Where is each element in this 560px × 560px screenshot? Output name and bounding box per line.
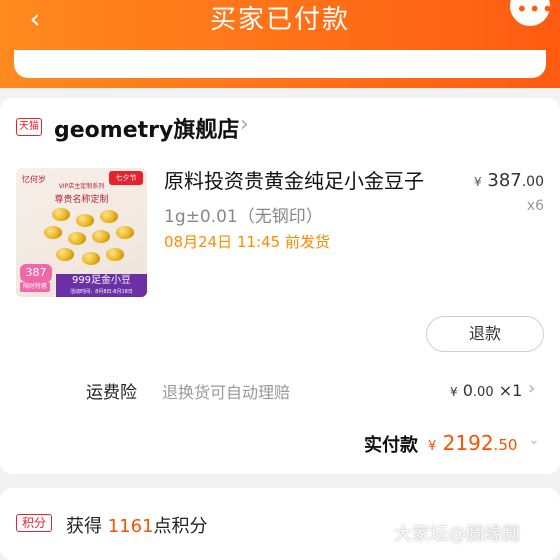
gold-bean-image [106, 248, 124, 261]
product-spec: 1g±0.01（无钢印） [164, 207, 323, 227]
paid-amount: ¥ 2192.50 [428, 431, 517, 455]
header-card-edge [14, 50, 546, 78]
product-price: ¥ 387.00 [474, 170, 544, 191]
currency-symbol: ¥ [428, 439, 437, 454]
gold-bean-image [56, 248, 74, 261]
currency-symbol: ¥ [474, 175, 482, 189]
header-bar: ‹ 买家已付款 ••• [0, 0, 560, 88]
insurance-price-int: 0 [462, 381, 473, 400]
gold-bean-image [116, 226, 134, 239]
thumbnail-price-tag: 387 [20, 264, 52, 282]
tmall-icon: 天猫 [16, 118, 42, 136]
gold-bean-image [76, 214, 94, 227]
gold-bean-image [44, 226, 62, 239]
refund-button[interactable]: 退款 [426, 316, 544, 352]
shop-name[interactable]: geometry旗舰店 [54, 112, 239, 144]
points-text: 获得 1161点积分 [66, 512, 208, 538]
thumbnail-subtag: 限时特惠 [20, 282, 50, 292]
product-title[interactable]: 原料投资贵黄金纯足小金豆子 [164, 168, 424, 194]
product-thumbnail[interactable]: 忆何岁 七夕节 VIP店主定制系列 尊贵名称定制 387 限时特惠 999足金小… [16, 168, 147, 297]
page-title: 买家已付款 [209, 5, 350, 35]
gold-bean-image [92, 230, 110, 243]
price-integer: 387 [487, 170, 522, 191]
insurance-desc: 退换货可自动理赔 [162, 383, 291, 402]
chevron-right-icon[interactable]: › [240, 112, 249, 137]
paid-label: 实付款 [364, 435, 418, 456]
gold-bean-image [68, 232, 86, 245]
points-tag: 积分 [16, 514, 52, 532]
product-quantity: x6 [526, 198, 544, 214]
points-prefix: 获得 [66, 516, 108, 537]
points-amount: 1161 [107, 516, 154, 537]
thumbnail-line1: VIP店主定制系列 [58, 183, 105, 190]
gold-bean-image [100, 210, 118, 223]
insurance-multiplier: ×1 [498, 381, 523, 400]
watermark: 大家坛@圆缘圆 [394, 524, 520, 545]
gold-bean-image [52, 208, 70, 221]
thumbnail-line2: 尊贵名称定制 [54, 195, 109, 205]
insurance-price[interactable]: ¥ 0.00 ×1 [450, 381, 522, 400]
insurance-label: 运费险 [86, 383, 137, 403]
paid-decimal: .50 [493, 436, 518, 454]
paid-integer: 2192 [442, 431, 494, 455]
more-dots-icon: ••• [516, 0, 555, 21]
price-decimal: .00 [521, 174, 544, 190]
chevron-down-icon[interactable]: ⌄ [528, 432, 540, 448]
currency-symbol: ¥ [450, 385, 458, 399]
points-suffix: 点积分 [153, 516, 208, 537]
ship-time: 08月24日 11:45 前发货 [164, 233, 330, 251]
order-card: 天猫 geometry旗舰店 › 忆何岁 七夕节 VIP店主定制系列 尊贵名称定… [0, 98, 560, 474]
chevron-right-icon[interactable]: › [528, 378, 535, 399]
insurance-price-dec: .00 [472, 385, 494, 400]
gold-bean-image [82, 252, 100, 265]
thumbnail-footer-sub: 活动时间：8月8日-8月18日 [56, 288, 147, 297]
